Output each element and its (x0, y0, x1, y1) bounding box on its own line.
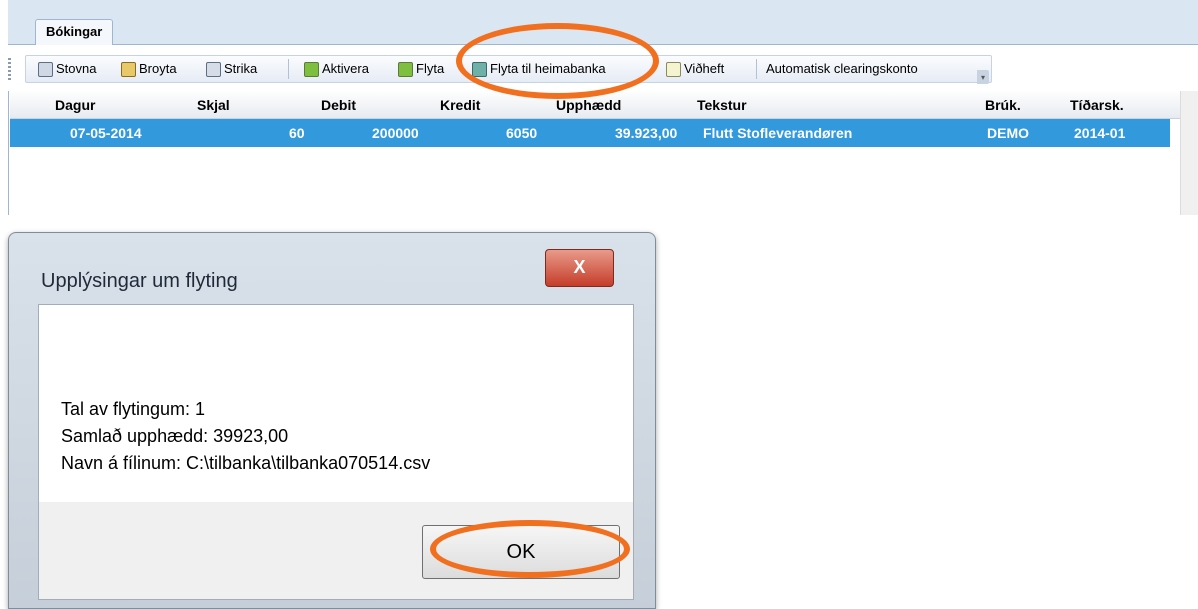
toolbar-separator (288, 59, 289, 79)
cell-tidarsk: 2014-01 (1074, 125, 1126, 141)
info-dialog: Upplýsingar um flyting X Tal av flytingu… (8, 232, 656, 609)
flyta-til-heimabanka-label: Flyta til heimabanka (490, 61, 606, 76)
strika-label: Strika (224, 61, 258, 76)
stovna-button[interactable]: Stovna (38, 60, 96, 78)
delete-icon (206, 61, 221, 77)
flyta-til-heimabanka-button[interactable]: Flyta til heimabanka (472, 60, 606, 78)
cell-kredit: 6050 (506, 125, 538, 141)
header-skjal[interactable]: Skjal (197, 97, 230, 113)
top-strip (8, 0, 1198, 12)
broyta-label: Broyta (139, 61, 177, 76)
dialog-message: Tal av flytingum: 1 Samlað upphædd: 3992… (61, 396, 430, 477)
cell-tekstur: Flutt Stofleverandøren (703, 125, 853, 141)
flyta-button[interactable]: Flyta (398, 60, 444, 78)
stovna-label: Stovna (56, 61, 97, 76)
header-upphaedd[interactable]: Upphædd (556, 97, 621, 113)
activate-icon (304, 61, 319, 77)
toolbar-separator (756, 59, 757, 79)
attachment-icon (666, 61, 681, 77)
ok-button[interactable]: OK (422, 525, 620, 579)
new-record-icon (38, 61, 53, 77)
bokingar-window: Bókingar Stovna Broyta Strika Aktivera F… (0, 0, 1198, 215)
dialog-body: Tal av flytingum: 1 Samlað upphædd: 3992… (38, 304, 634, 600)
strika-button[interactable]: Strika (206, 60, 257, 78)
message-line-count: Tal av flytingum: 1 (61, 399, 206, 419)
toolbar: Stovna Broyta Strika Aktivera Flyta Flyt… (8, 55, 992, 83)
header-tekstur[interactable]: Tekstur (697, 97, 747, 113)
automatisk-clearingskonto-label: Automatisk clearingskonto (766, 61, 918, 76)
dialog-title: Upplýsingar um flyting (41, 270, 238, 292)
grid-scrollbar[interactable] (1180, 91, 1198, 215)
cell-debit: 200000 (372, 125, 419, 141)
header-bruk[interactable]: Brúk. (985, 97, 1021, 113)
message-line-filename: Navn á fílinum: C:\tilbanka\tilbanka0705… (61, 453, 431, 473)
vidheft-button[interactable]: Viðheft (666, 60, 724, 78)
vidheft-label: Viðheft (684, 61, 725, 76)
header-dagur[interactable]: Dagur (55, 97, 95, 113)
edit-icon (121, 61, 136, 77)
message-line-total: Samlað upphædd: 39923,00 (61, 426, 289, 446)
automatisk-clearingskonto-button[interactable]: Automatisk clearingskonto (766, 60, 918, 78)
table-row[interactable]: 07-05-2014 60 200000 6050 39.923,00 Flut… (10, 119, 1170, 147)
tab-bar: Bókingar (8, 12, 1198, 45)
broyta-button[interactable]: Broyta (121, 60, 177, 78)
move-icon (398, 61, 413, 77)
grid-header: Dagur Skjal Debit Kredit Upphædd Tekstur… (10, 91, 1180, 119)
aktivera-label: Aktivera (322, 61, 369, 76)
header-kredit[interactable]: Kredit (440, 97, 480, 113)
flyta-label: Flyta (416, 61, 445, 76)
header-debit[interactable]: Debit (321, 97, 356, 113)
cell-dagur: 07-05-2014 (70, 125, 142, 141)
toolbar-grip[interactable] (8, 58, 11, 80)
tab-bokingar[interactable]: Bókingar (35, 19, 114, 45)
dialog-footer: OK (39, 502, 633, 599)
cell-skjal: 60 (289, 125, 305, 141)
cell-upphaedd: 39.923,00 (615, 125, 678, 141)
bank-transfer-icon (472, 61, 487, 77)
aktivera-button[interactable]: Aktivera (304, 60, 369, 78)
header-tidarsk[interactable]: Tíðarsk. (1070, 97, 1124, 113)
close-button[interactable]: X (545, 249, 614, 287)
toolbar-overflow-button[interactable]: ▾ (977, 70, 989, 84)
cell-bruk: DEMO (987, 125, 1029, 141)
